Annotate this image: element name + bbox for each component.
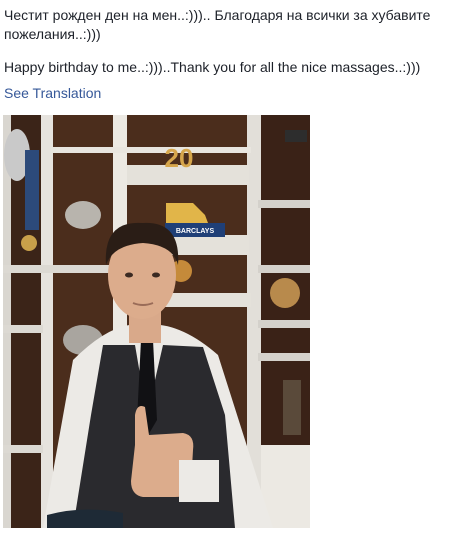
number-20-trophy: 20: [165, 143, 194, 173]
shelf: [258, 353, 310, 361]
shelf: [51, 147, 251, 153]
shelf: [3, 445, 43, 453]
medal: [21, 235, 37, 251]
shelf: [3, 265, 113, 273]
shelf: [258, 320, 310, 328]
shelf: [3, 325, 43, 333]
shelf-support: [3, 115, 11, 528]
post-photo[interactable]: BARCLAYS 20: [3, 115, 310, 528]
left-eye: [125, 272, 133, 278]
see-translation-link[interactable]: See Translation: [4, 85, 101, 101]
glass-award: [283, 380, 301, 435]
post-text-english: Happy birthday to me..:)))..Thank you fo…: [4, 59, 421, 75]
shelf: [258, 265, 310, 273]
gold-ball-trophy: [270, 278, 300, 308]
shelf: [258, 200, 310, 208]
barclays-label: BARCLAYS: [176, 228, 215, 235]
award-plaque: [285, 130, 307, 142]
shirt-cuff: [179, 460, 219, 502]
medal-ribbon: [25, 150, 39, 230]
shelf-support: [41, 115, 53, 528]
selfie-image: BARCLAYS 20: [3, 115, 310, 528]
silver-plate-trophy: [65, 201, 101, 229]
post-text-bulgarian: Честит рожден ден на мен..:))).. Благода…: [4, 7, 431, 42]
facebook-post: Честит рожден ден на мен..:))).. Благода…: [4, 6, 454, 103]
right-eye: [152, 272, 160, 278]
